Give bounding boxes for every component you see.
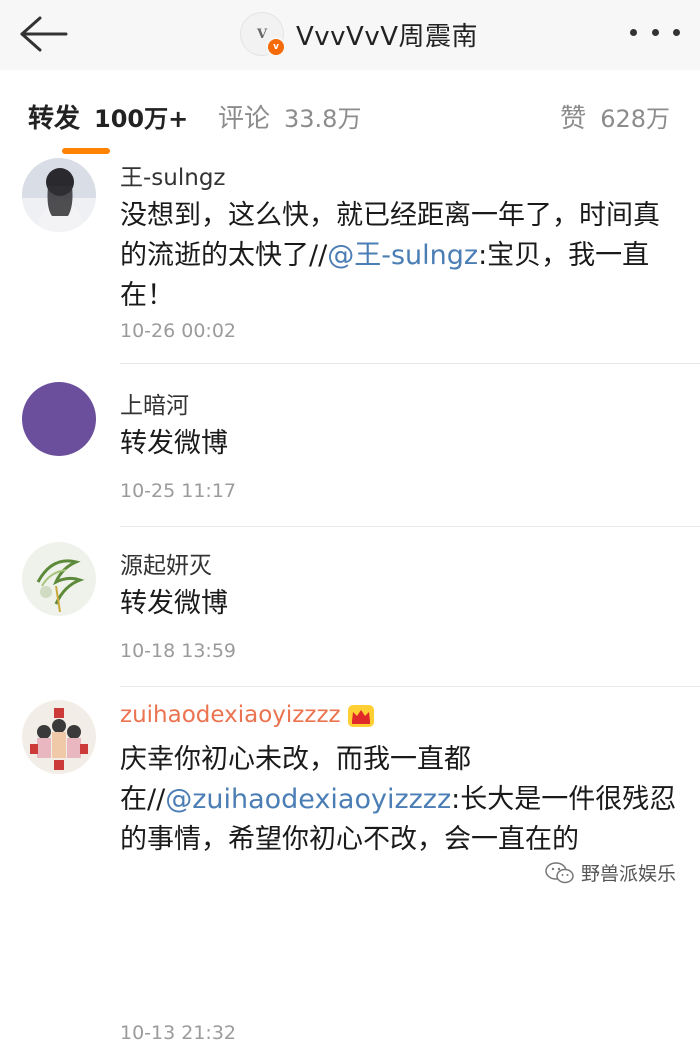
top-nav-bar: V v VvvVvV周震南 <box>0 0 700 70</box>
avatar[interactable] <box>22 382 96 456</box>
mention-link[interactable]: @zuihaodexiaoyizzzz <box>165 784 451 815</box>
page-title: VvvVvV周震南 <box>296 21 479 52</box>
author-avatar[interactable]: V v <box>240 12 286 57</box>
tab-count: 33.8万 <box>284 105 362 133</box>
logo-mark: V <box>256 26 268 42</box>
page-header: V v VvvVvV周震南 <box>240 10 478 58</box>
verified-badge-icon: v <box>266 37 286 57</box>
timestamp: 10-26 00:02 <box>120 320 237 342</box>
arrow-left-icon <box>20 16 68 52</box>
timestamp: 10-25 11:17 <box>120 480 237 502</box>
username[interactable]: 上暗河 <box>120 386 189 420</box>
wechat-icon <box>545 861 574 883</box>
post-text: 没想到，这么快，就已经距离一年了，时间真的流逝的太快了//@王-sulngz:宝… <box>120 196 680 316</box>
tab-label: 评论 <box>218 104 271 134</box>
username-text: zuihaodexiaoyizzzz <box>120 702 341 728</box>
dot-icon <box>651 28 659 36</box>
tab-count: 100万+ <box>94 105 189 133</box>
timestamp: 10-18 13:59 <box>120 640 237 662</box>
divider <box>120 363 700 364</box>
mention-link[interactable]: @王-sulngz <box>327 240 478 271</box>
active-tab-indicator <box>62 148 110 154</box>
divider <box>120 686 700 687</box>
back-button[interactable] <box>16 12 72 56</box>
username[interactable]: 源起妍灭 <box>120 546 212 580</box>
tab-likes[interactable]: 赞 628万 <box>560 98 670 135</box>
avatar[interactable] <box>22 158 96 232</box>
watermark-text: 野兽派娱乐 <box>580 863 676 885</box>
avatar[interactable] <box>22 700 96 774</box>
more-button[interactable] <box>630 22 680 42</box>
timestamp: 10-13 21:32 <box>120 1022 237 1044</box>
username[interactable]: 王-sulngz <box>120 158 226 192</box>
tab-label: 转发 <box>28 104 81 134</box>
dot-icon <box>630 28 637 36</box>
tab-count: 628万 <box>600 105 670 133</box>
post-text: 庆幸你初心未改，而我一直都在//@zuihaodexiaoyizzzz:长大是一… <box>120 740 680 860</box>
username[interactable]: zuihaodexiaoyizzzz <box>120 702 375 728</box>
divider <box>120 526 700 527</box>
tab-label: 赞 <box>560 104 587 134</box>
avatar[interactable] <box>22 542 96 616</box>
crown-icon <box>347 704 374 727</box>
tab-bar: 转发 100万+ 评论 33.8万 赞 628万 <box>0 72 700 158</box>
post-text: 转发微博 <box>120 428 228 459</box>
tab-repost[interactable]: 转发 100万+ <box>28 98 188 135</box>
dot-icon <box>673 28 680 36</box>
post-text: 转发微博 <box>120 588 228 619</box>
watermark: 野兽派娱乐 <box>545 859 676 886</box>
tab-comments[interactable]: 评论 33.8万 <box>218 98 361 135</box>
